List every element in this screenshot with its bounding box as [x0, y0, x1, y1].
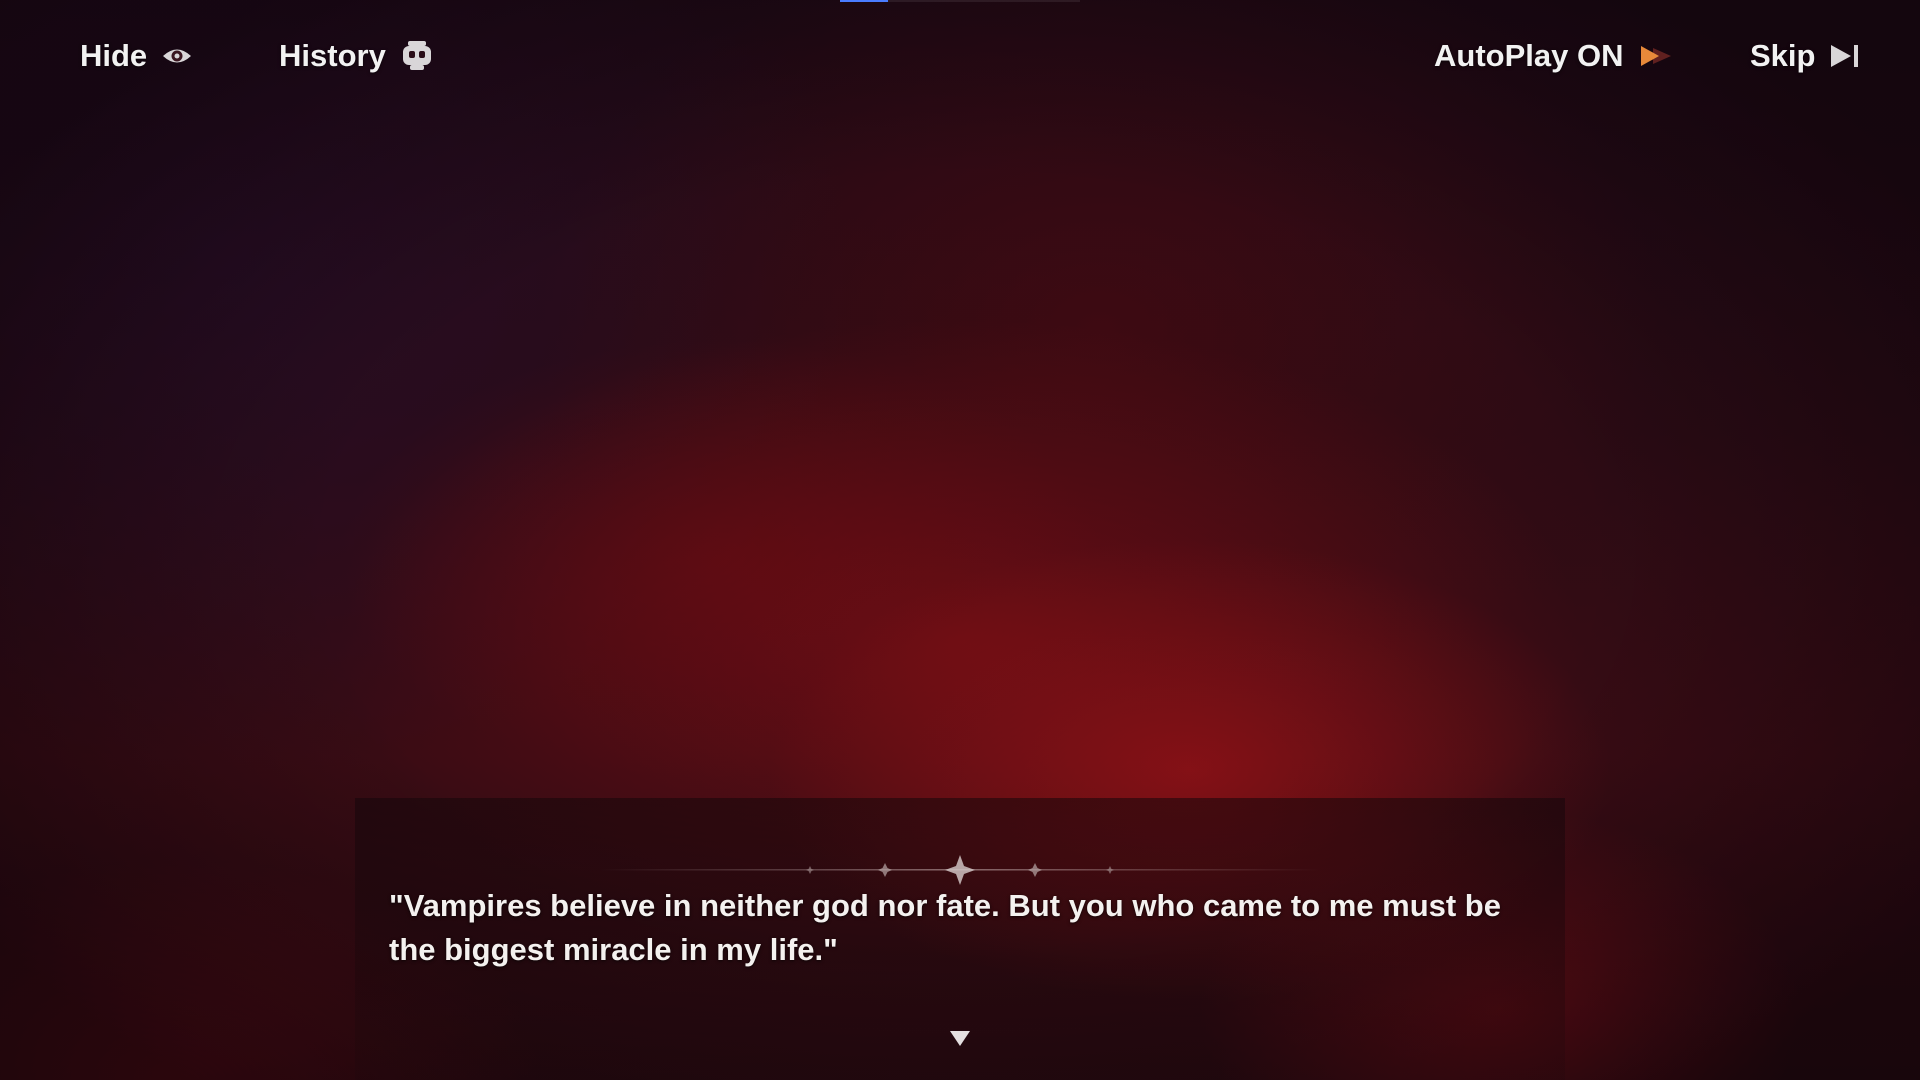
skip-button[interactable]: Skip [1750, 34, 1861, 78]
skip-icon [1829, 42, 1861, 70]
story-progress-bar [840, 0, 1080, 2]
dialogue-text: "Vampires believe in neither god nor fat… [389, 884, 1549, 972]
skip-label: Skip [1750, 38, 1816, 73]
eye-icon [161, 44, 193, 68]
dialogue-line-2: the biggest miracle in my life." [389, 932, 838, 967]
dialogue-ornament [600, 855, 1320, 885]
autoplay-button[interactable]: AutoPlay ON [1434, 34, 1677, 78]
history-button[interactable]: History [279, 34, 434, 78]
story-scene[interactable]: Hide History AutoPlay ON Skip "Vampires … [0, 0, 1920, 1080]
dialogue-line-1: "Vampires believe in neither god nor fat… [389, 888, 1501, 923]
triangle-down-icon[interactable] [948, 1028, 972, 1048]
history-icon [400, 39, 434, 73]
autoplay-icon [1637, 42, 1677, 70]
history-label: History [279, 38, 386, 73]
hide-label: Hide [80, 38, 148, 73]
autoplay-label: AutoPlay ON [1434, 38, 1624, 73]
story-progress-fill [840, 0, 888, 2]
hide-button[interactable]: Hide [80, 34, 193, 78]
